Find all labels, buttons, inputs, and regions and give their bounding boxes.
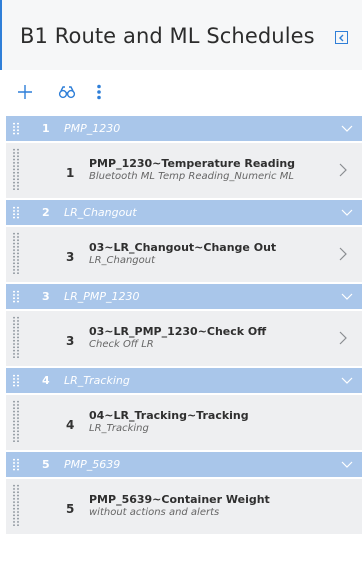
group-name: PMP_1230	[64, 122, 121, 135]
collapse-panel-icon[interactable]	[335, 31, 348, 44]
chevron-down-icon[interactable]	[341, 206, 353, 218]
drag-handle-icon[interactable]	[12, 400, 20, 442]
item-title: PMP_1230~Temperature Reading	[89, 157, 296, 170]
item-index: 5	[66, 502, 75, 516]
item-title: 03~LR_Changout~Change Out	[89, 241, 277, 254]
drag-handle-icon[interactable]	[12, 290, 20, 303]
chevron-down-icon[interactable]	[341, 458, 353, 470]
group-name: LR_Changout	[64, 206, 137, 219]
item-text: PMP_5639~Container Weight without action…	[89, 493, 270, 518]
group-header[interactable]: 2 LR_Changout	[6, 200, 362, 225]
drag-handle-icon[interactable]	[12, 458, 20, 471]
kebab-menu-icon[interactable]	[92, 82, 106, 102]
drag-handle-icon[interactable]	[12, 232, 20, 274]
item-text: 03~LR_PMP_1230~Check Off Check Off LR	[89, 325, 266, 350]
list-item[interactable]: 3 03~LR_PMP_1230~Check Off Check Off LR	[6, 311, 362, 366]
drag-handle-icon[interactable]	[12, 206, 20, 219]
drag-handle-icon[interactable]	[12, 148, 20, 190]
list-item[interactable]: 4 04~LR_Tracking~Tracking LR_Tracking	[6, 395, 362, 450]
item-subtitle: Bluetooth ML Temp Reading_Numeric ML	[89, 171, 294, 182]
group-header[interactable]: 4 LR_Tracking	[6, 368, 362, 393]
group-index: 4	[42, 374, 50, 387]
item-text: 04~LR_Tracking~Tracking LR_Tracking	[89, 409, 249, 434]
drag-handle-icon[interactable]	[12, 374, 20, 387]
drag-handle-icon[interactable]	[12, 122, 20, 135]
chevron-right-icon[interactable]	[338, 331, 348, 345]
list-item[interactable]: 5 PMP_5639~Container Weight without acti…	[6, 479, 362, 534]
item-index: 3	[66, 250, 75, 264]
item-title: 04~LR_Tracking~Tracking	[89, 409, 249, 422]
drag-handle-icon[interactable]	[12, 484, 20, 526]
item-index: 4	[66, 418, 75, 432]
chevron-down-icon[interactable]	[341, 290, 353, 302]
group-name: PMP_5639	[64, 458, 121, 471]
drag-handle-icon[interactable]	[12, 316, 20, 358]
panel-header: B1 Route and ML Schedules	[0, 0, 362, 70]
item-title: 03~LR_PMP_1230~Check Off	[89, 325, 267, 338]
chevron-down-icon[interactable]	[341, 374, 353, 386]
page-title: B1 Route and ML Schedules	[20, 24, 315, 48]
group-header[interactable]: 3 LR_PMP_1230	[6, 284, 362, 309]
chevron-right-icon[interactable]	[338, 247, 348, 261]
item-text: 03~LR_Changout~Change Out LR_Changout	[89, 241, 276, 266]
item-text: PMP_1230~Temperature Reading Bluetooth M…	[89, 157, 295, 182]
group-index: 3	[42, 290, 50, 303]
group-index: 5	[42, 458, 50, 471]
list-item[interactable]: 1 PMP_1230~Temperature Reading Bluetooth…	[6, 143, 362, 198]
item-index: 1	[66, 166, 75, 180]
list-item[interactable]: 3 03~LR_Changout~Change Out LR_Changout	[6, 227, 362, 282]
item-subtitle: LR_Tracking	[89, 423, 149, 434]
item-title: PMP_5639~Container Weight	[89, 493, 270, 506]
chevron-right-icon[interactable]	[338, 163, 348, 177]
group-name: LR_PMP_1230	[64, 290, 140, 303]
chevron-down-icon[interactable]	[341, 122, 353, 134]
toolbar	[0, 70, 362, 116]
group-header[interactable]: 1 PMP_1230	[6, 116, 362, 141]
plus-icon[interactable]	[14, 82, 36, 102]
group-index: 1	[42, 122, 50, 135]
item-subtitle: LR_Changout	[89, 255, 156, 266]
schedules-panel: B1 Route and ML Schedules 1 PMP_1230 1 P…	[0, 0, 362, 562]
item-subtitle: without actions and alerts	[89, 507, 220, 518]
item-subtitle: Check Off LR	[89, 339, 154, 350]
schedule-list: 1 PMP_1230 1 PMP_1230~Temperature Readin…	[6, 116, 362, 536]
group-name: LR_Tracking	[64, 374, 130, 387]
binoculars-icon[interactable]	[54, 82, 80, 102]
item-index: 3	[66, 334, 75, 348]
group-header[interactable]: 5 PMP_5639	[6, 452, 362, 477]
group-index: 2	[42, 206, 50, 219]
